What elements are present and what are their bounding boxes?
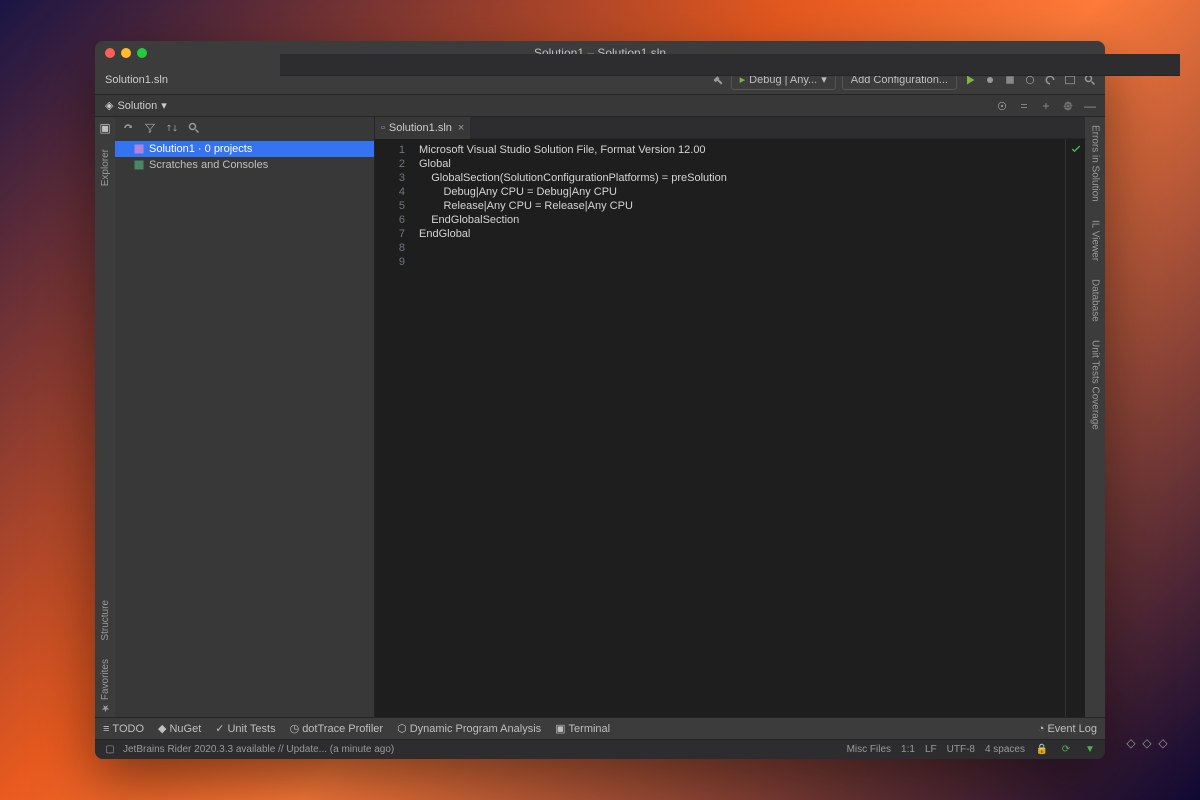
explorer-tool-button[interactable]: Explorer [100,145,111,190]
gear-icon[interactable] [1061,99,1075,113]
minimize-window-button[interactable] [121,48,131,58]
solution-dropdown[interactable]: ◈ Solution ▾ [99,99,173,112]
solution-tree-item[interactable]: Solution1 · 0 projects [115,141,374,157]
status-caret-pos[interactable]: 1:1 [901,744,915,755]
il-viewer-tool-button[interactable]: IL Viewer [1090,216,1101,265]
solution-tree: Solution1 · 0 projects Scratches and Con… [115,139,374,717]
folder-icon[interactable]: ▣ [98,121,112,135]
close-tab-icon[interactable]: × [458,122,464,134]
collapse-icon[interactable] [1017,99,1031,113]
explorer-panel: Solution1 · 0 projects Scratches and Con… [115,117,375,717]
close-window-button[interactable] [105,48,115,58]
traffic-lights [95,48,147,58]
solution-icon: ◈ [105,99,113,112]
left-tool-rail: ▣ Explorer Structure ★ Favorites [95,117,115,717]
unit-tests-tool-button[interactable]: ✓ Unit Tests [215,722,275,735]
chevron-down-icon: ▾ [161,99,167,112]
favorites-tool-button[interactable]: ★ Favorites [100,655,111,717]
event-log-button[interactable]: ◔ Event Log [1038,723,1097,735]
file-icon: ▫ [381,122,385,134]
structure-tool-button[interactable]: Structure [100,596,111,645]
status-encoding[interactable]: UTF-8 [947,744,975,755]
database-tool-button[interactable]: Database [1090,275,1101,326]
ide-window: Solution1 – Solution1.sln Solution1.sln … [95,41,1105,759]
nuget-tool-button[interactable]: ◆ NuGet [158,722,201,735]
search-icon[interactable] [187,121,201,135]
terminal-tool-button[interactable]: ▣ Terminal [555,722,610,735]
check-icon [1070,143,1082,155]
bottom-tool-bar: ≡ TODO ◆ NuGet ✓ Unit Tests ◷ dotTrace P… [95,717,1105,739]
sync-icon[interactable] [121,121,135,135]
dynamic-analysis-tool-button[interactable]: ⬡ Dynamic Program Analysis [397,722,541,735]
reload-icon[interactable]: ⟳ [1059,743,1073,757]
code-editor[interactable]: Microsoft Visual Studio Solution File, F… [415,139,1065,717]
scratches-icon [133,159,145,171]
expand-icon[interactable] [1039,99,1053,113]
right-tool-rail: Errors in Solution IL Viewer Database Un… [1085,117,1105,717]
lock-icon[interactable]: 🔒 [1035,743,1049,757]
errors-tool-button[interactable]: Errors in Solution [1090,121,1101,206]
status-message[interactable]: JetBrains Rider 2020.3.3 available // Up… [123,744,394,755]
solution-file-tab[interactable]: Solution1.sln [95,69,178,91]
solution-file-icon [133,143,145,155]
scratches-tree-item[interactable]: Scratches and Consoles [115,157,374,173]
hide-icon[interactable]: — [1083,99,1097,113]
editor-area: ▫ Solution1.sln × 123456789 Microsoft Vi… [375,117,1085,717]
shield-icon[interactable]: ▼ [1083,743,1097,757]
maximize-window-button[interactable] [137,48,147,58]
status-line-ending[interactable]: LF [925,744,937,755]
inspection-column [1065,139,1085,717]
status-indent[interactable]: 4 spaces [985,744,1025,755]
line-gutter: 123456789 [375,139,415,717]
status-bar: ▢ JetBrains Rider 2020.3.3 available // … [95,739,1105,759]
dottrace-tool-button[interactable]: ◷ dotTrace Profiler [290,722,384,735]
solution-strip: ◈ Solution ▾ — [95,95,1105,117]
editor-tab[interactable]: ▫ Solution1.sln × [375,117,470,139]
unit-tests-coverage-tool-button[interactable]: Unit Tests Coverage [1090,336,1101,434]
target-icon[interactable] [995,99,1009,113]
status-file-type[interactable]: Misc Files [847,744,891,755]
sort-icon[interactable] [165,121,179,135]
explorer-toolbar [115,117,374,139]
box-icon[interactable]: ▢ [103,743,117,757]
main-body: ▣ Explorer Structure ★ Favorites Solutio… [95,117,1105,717]
filter-icon[interactable] [143,121,157,135]
todo-tool-button[interactable]: ≡ TODO [103,723,144,735]
